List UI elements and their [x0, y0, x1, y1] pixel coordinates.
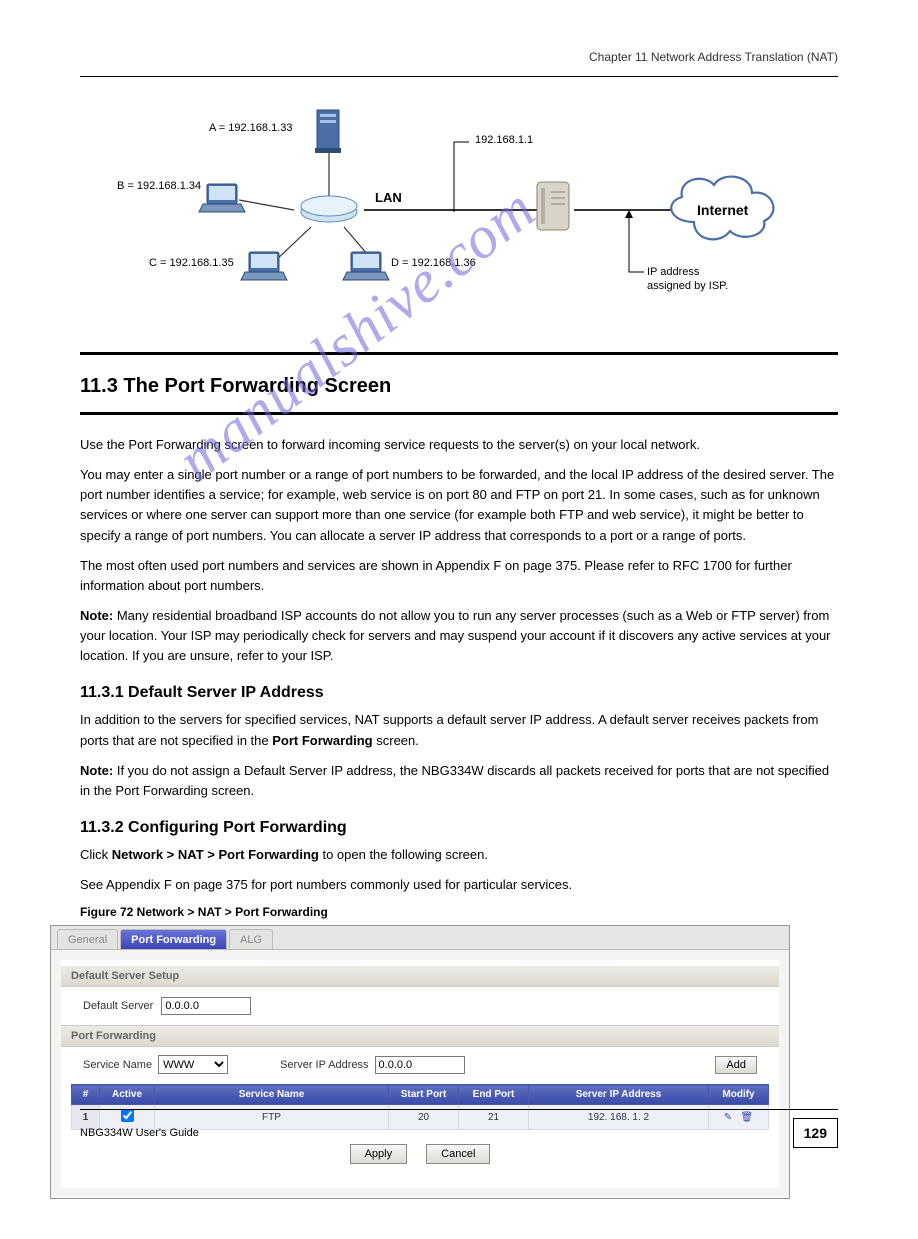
col-start-port: Start Port	[389, 1085, 459, 1105]
add-button[interactable]: Add	[715, 1056, 757, 1074]
col-service-name: Service Name	[155, 1085, 389, 1105]
tab-general[interactable]: General	[57, 929, 118, 949]
tab-bar: General Port Forwarding ALG	[51, 926, 789, 950]
diagram-label-b: B = 192.168.1.34	[117, 180, 201, 192]
diagram-isp-note-2: assigned by ISP.	[647, 280, 728, 292]
section-heading: 11.3 The Port Forwarding Screen	[80, 375, 838, 398]
diagram-label-c: C = 192.168.1.35	[149, 257, 234, 269]
col-server-ip: Server IP Address	[529, 1085, 709, 1105]
diagram-label-a: A = 192.168.1.33	[209, 122, 293, 134]
service-name-select[interactable]: WWW	[158, 1055, 228, 1074]
subsection-heading-2: 11.3.2 Configuring Port Forwarding	[80, 819, 838, 837]
service-name-label: Service Name	[83, 1059, 152, 1071]
diagram-lan-label: LAN	[375, 190, 402, 205]
section-paragraph-2b: The most often used port numbers and ser…	[80, 556, 838, 596]
diagram-router-ip: 192.168.1.1	[475, 134, 533, 146]
subsection-body-2d: See Appendix F on page 375 for port numb…	[80, 875, 838, 895]
subsection-body-1: In addition to the servers for specified…	[80, 710, 838, 750]
footer-guide-title: NBG334W User's Guide	[80, 1127, 199, 1139]
subsection-heading-1: 11.3.1 Default Server IP Address	[80, 684, 838, 702]
diagram-internet-label: Internet	[697, 202, 748, 218]
default-server-input[interactable]	[161, 997, 251, 1015]
subsection-body-2: Click Network > NAT > Port Forwarding to…	[80, 845, 838, 865]
tab-alg[interactable]: ALG	[229, 929, 273, 949]
section-note: Note: Many residential broadband ISP acc…	[80, 606, 838, 666]
page-number: 129	[793, 1118, 838, 1148]
group-default-server: Default Server Setup	[61, 966, 779, 987]
col-end-port: End Port	[459, 1085, 529, 1105]
section-rule-top	[80, 352, 838, 355]
figure-caption: Figure 72 Network > NAT > Port Forwardin…	[80, 905, 838, 919]
tab-port-forwarding[interactable]: Port Forwarding	[120, 929, 227, 949]
port-forwarding-panel: General Port Forwarding ALG Default Serv…	[50, 925, 790, 1199]
col-active: Active	[100, 1085, 155, 1105]
server-ip-input[interactable]	[375, 1056, 465, 1074]
page-footer: NBG334W User's Guide 129	[80, 1109, 838, 1148]
col-modify: Modify	[709, 1085, 769, 1105]
section-rule-bottom	[80, 412, 838, 415]
header-rule	[80, 76, 838, 77]
section-paragraph-1: Use the Port Forwarding screen to forwar…	[80, 435, 838, 455]
default-server-label: Default Server	[83, 1000, 153, 1012]
col-num: #	[72, 1085, 100, 1105]
diagram-isp-note-1: IP address	[647, 266, 699, 278]
header-chapter-ref: Chapter 11 Network Address Translation (…	[80, 50, 838, 64]
network-diagram: A = 192.168.1.33 B = 192.168.1.34 C = 19…	[119, 102, 799, 322]
diagram-label-d: D = 192.168.1.36	[391, 257, 476, 269]
subsection-note-1: Note: If you do not assign a Default Ser…	[80, 761, 838, 801]
group-port-forwarding: Port Forwarding	[61, 1025, 779, 1047]
section-paragraph-2a: You may enter a single port number or a …	[80, 465, 838, 546]
server-ip-label: Server IP Address	[280, 1059, 368, 1071]
